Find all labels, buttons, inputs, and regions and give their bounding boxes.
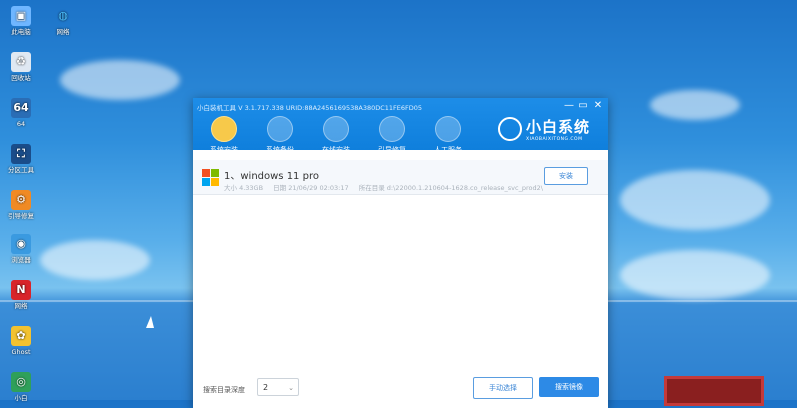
desktop-icon-network[interactable]: ◍ 网络 [44,6,82,36]
desktop-icon-label: Ghost [11,348,31,356]
brand-name: 小白系统 [525,118,590,136]
tab-manual-service[interactable]: 人工服务 [421,116,475,155]
cloud [650,90,740,120]
tab-label: 系统备份 [266,146,294,154]
desktop-icon[interactable]: ▣ 此电脑 [2,6,40,36]
list-item[interactable]: 1、windows 11 pro 大小 4.33GB 日期 21/06/29 0… [193,160,608,195]
desktop-icon[interactable]: ✿ Ghost [2,326,40,356]
desktop-icon-label: 浏览器 [11,256,31,264]
desktop-icon-label: 引导修复 [8,212,34,220]
app-icon: ◉ [11,234,31,254]
desktop-icon[interactable]: ⛶ 分区工具 [2,144,40,174]
search-image-button[interactable]: 搜索镜像 [539,377,599,397]
manual-select-button[interactable]: 手动选择 [473,377,533,399]
tab-label: 在线安装 [322,146,350,154]
tab-boot-repair[interactable]: 引导修复 [365,116,419,155]
depth-select[interactable]: 2 ⌄ [257,378,299,396]
backup-icon [267,116,293,142]
taskbar-widget[interactable] [664,376,764,406]
footer-bar: 搜索目录深度 2 ⌄ 手动选择 搜索镜像 [193,372,608,408]
maximize-button[interactable]: ▭ [576,100,590,111]
desktop-icon-label: 网络 [56,28,70,36]
cloud [620,250,770,300]
minimize-button[interactable]: — [562,100,576,111]
app-icon: ⚙ [11,190,31,210]
image-meta: 大小 4.33GB 日期 21/06/29 02:03:17 所在目录 d:\2… [224,182,551,192]
app-icon: ◎ [11,372,31,392]
desktop-icon[interactable]: 64 64 [2,98,40,128]
tab-label: 人工服务 [434,146,462,154]
desktop-icon-label: 网络 [14,302,28,310]
desktop-icon[interactable]: ◉ 浏览器 [2,234,40,264]
app-icon: ⛶ [11,144,31,164]
brand: 小白系统 XIAOBAIXITONG.COM [497,116,590,142]
close-button[interactable]: ✕ [591,100,605,111]
globe-icon: ◍ [58,9,68,22]
window-title: 小白装机工具 V 3.1.717.338 URID:88A2456169538A… [197,104,423,112]
desktop-icon[interactable]: ♻ 回收站 [2,52,40,82]
cloud [40,240,150,280]
depth-value: 2 [263,383,269,392]
desktop-icon[interactable]: N 网络 [2,280,40,310]
installer-window: 小白装机工具 V 3.1.717.338 URID:88A2456169538A… [193,98,608,408]
cloud [620,170,770,230]
desktop-icon-label: 此电脑 [11,28,31,36]
chat-icon [435,116,461,142]
sailboat [146,316,154,328]
windows-logo-icon [202,169,219,186]
brand-logo-icon [497,117,522,141]
brand-subtitle: XIAOBAIXITONG.COM [525,137,583,142]
title-bar: 小白装机工具 V 3.1.717.338 URID:88A2456169538A… [193,98,608,154]
image-size: 大小 4.33GB [224,184,264,192]
desktop-icon-label: 分区工具 [8,166,34,174]
app-icon: 64 [11,98,31,118]
image-path: 所在目录 d:\22000.1.210604-1628.co_release_s… [358,184,543,192]
tab-online-install[interactable]: 在线安装 [309,116,363,155]
desktop-icon-label: 64 [16,120,26,128]
desktop-icon[interactable]: ⚙ 引导修复 [2,190,40,220]
depth-label: 搜索目录深度 [203,386,245,394]
install-icon [211,116,237,142]
tab-label: 系统安装 [210,146,238,154]
tab-label: 引导修复 [378,146,406,154]
cloud [60,60,180,100]
desktop-icon-label: 回收站 [11,74,31,82]
desktop-icon[interactable]: ◎ 小白 [2,372,40,402]
install-button[interactable]: 安装 [544,167,588,185]
toolbox-icon [379,116,405,142]
app-icon: ▣ [11,6,31,26]
app-icon: ✿ [11,326,31,346]
desktop-icon-label: 小白 [14,394,28,402]
tab-system-install[interactable]: 系统安装 [197,116,251,155]
chevron-down-icon: ⌄ [288,384,294,392]
image-date: 日期 21/06/29 02:03:17 [273,184,349,192]
app-icon: N [11,280,31,300]
tab-system-backup[interactable]: 系统备份 [253,116,307,155]
app-icon: ♻ [11,52,31,72]
download-icon [323,116,349,142]
image-title: 1、windows 11 pro [224,171,319,182]
